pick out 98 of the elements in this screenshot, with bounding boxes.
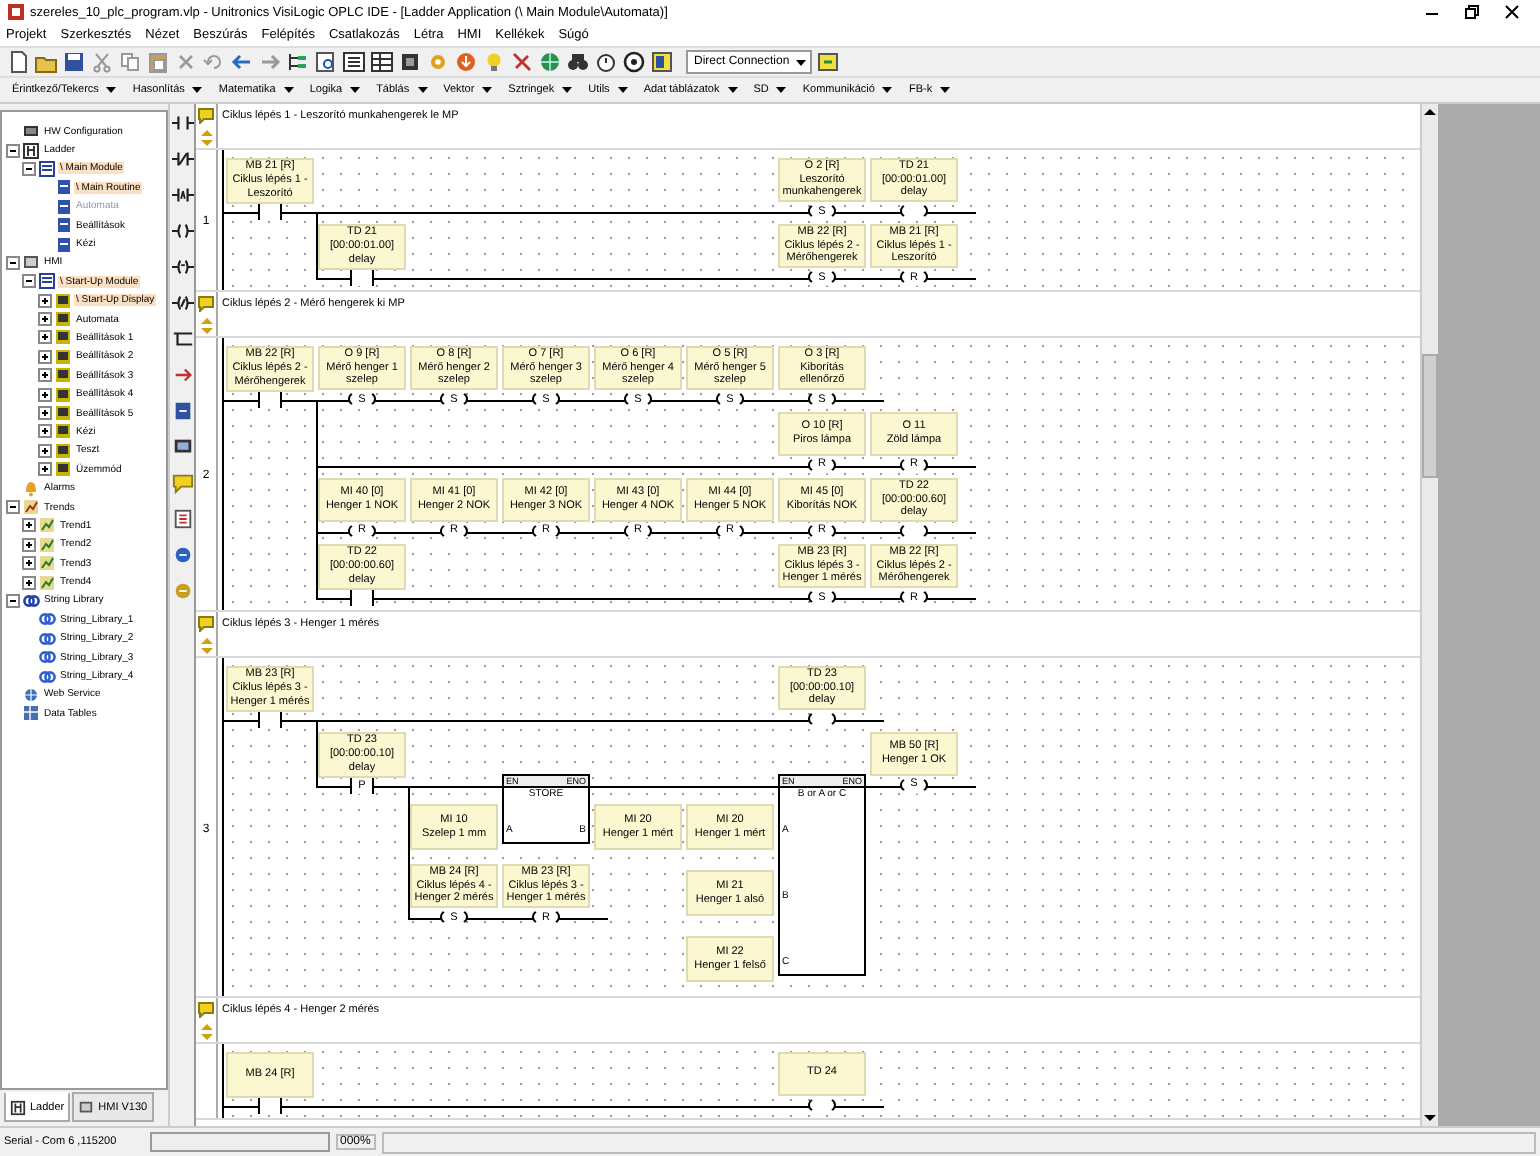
download-icon[interactable] (454, 50, 478, 74)
contact-tool-icon[interactable] (171, 112, 193, 134)
page-icon (54, 235, 72, 254)
comment-icon[interactable] (198, 1002, 214, 1018)
globe-icon (22, 685, 40, 704)
expander-icon[interactable] (38, 312, 52, 327)
expander-icon[interactable] (38, 462, 52, 477)
expander-icon[interactable] (38, 443, 52, 458)
expander-icon[interactable] (38, 349, 52, 364)
coil-symbol[interactable] (900, 202, 928, 220)
restore-icon[interactable] (1464, 4, 1480, 20)
close-icon[interactable] (1504, 4, 1520, 20)
caret-icon (192, 86, 203, 94)
stopwatch-icon[interactable] (594, 50, 618, 74)
caret-icon (727, 86, 738, 94)
paste-icon[interactable] (146, 50, 170, 74)
expander-icon[interactable] (38, 368, 52, 383)
chart-icon (38, 573, 56, 592)
caret-icon (562, 86, 573, 94)
expander-icon[interactable] (38, 406, 52, 421)
page-tool-icon[interactable] (171, 400, 193, 422)
save-icon[interactable] (62, 50, 86, 74)
caret-icon (617, 86, 628, 94)
caret-icon (283, 86, 294, 94)
scroll-up-icon[interactable] (1422, 104, 1438, 120)
caret-icon (106, 86, 117, 94)
page-icon (54, 178, 72, 197)
list-icon[interactable] (342, 50, 366, 74)
expander-icon[interactable] (6, 593, 20, 608)
caret-icon (417, 86, 428, 94)
expander-icon[interactable] (38, 330, 52, 345)
expander-icon[interactable] (22, 518, 36, 533)
expander-icon[interactable] (38, 387, 52, 402)
bell-icon (22, 479, 40, 498)
ladder-icon (22, 141, 40, 160)
expander-icon[interactable] (6, 143, 20, 158)
expander-icon[interactable] (22, 161, 36, 176)
coil-tool-icon[interactable] (171, 292, 193, 314)
chart-icon (38, 535, 56, 554)
binoculars-icon[interactable] (566, 50, 590, 74)
globe-icon[interactable] (538, 50, 562, 74)
contact-symbol[interactable] (350, 590, 374, 606)
contact-tool-icon[interactable] (171, 148, 193, 170)
contact-symbol[interactable] (258, 1098, 282, 1114)
tree-view-icon[interactable] (286, 50, 310, 74)
comment-icon[interactable] (198, 616, 214, 632)
caret-icon (882, 86, 893, 94)
module-icon (38, 159, 56, 178)
coil-symbol[interactable] (808, 710, 836, 728)
info-icon[interactable] (622, 50, 646, 74)
scroll-down-icon[interactable] (1422, 1110, 1438, 1126)
expander-icon[interactable] (38, 293, 52, 308)
copy-icon[interactable] (118, 50, 142, 74)
contact-symbol[interactable] (258, 204, 282, 220)
expander-icon[interactable] (22, 575, 36, 590)
arrow-tool-icon[interactable] (171, 364, 193, 386)
ladder-icon (10, 1099, 26, 1115)
contact-symbol[interactable] (350, 270, 374, 286)
caret-icon (350, 86, 361, 94)
expander-icon[interactable] (6, 255, 20, 270)
grid-icon[interactable] (370, 50, 394, 74)
caret-icon (482, 86, 493, 94)
chip-icon (22, 122, 40, 141)
branch-tool-icon[interactable] (171, 328, 193, 350)
contact-symbol[interactable] (258, 712, 282, 728)
module-icon (38, 272, 56, 291)
back-arrow-icon[interactable] (230, 50, 254, 74)
chart-icon (38, 516, 56, 535)
lightbulb-icon[interactable] (482, 50, 506, 74)
scrollbar[interactable] (1420, 104, 1438, 1126)
monitor-icon (78, 1099, 95, 1115)
page-icon (54, 197, 72, 216)
monitor-tool-icon[interactable] (171, 436, 193, 458)
panel-icon[interactable] (650, 50, 674, 74)
comment-tool-icon[interactable] (171, 472, 193, 494)
caret-icon (940, 86, 951, 94)
document-tool-icon[interactable] (171, 508, 193, 530)
caret-icon (776, 86, 787, 94)
monitor-icon (22, 253, 40, 272)
contact-symbol[interactable] (258, 392, 282, 408)
expander-icon[interactable] (22, 556, 36, 571)
chart-icon (22, 498, 40, 516)
table-icon (22, 704, 40, 723)
coil-symbol[interactable] (900, 522, 928, 540)
chip-icon[interactable] (398, 50, 422, 74)
expander-icon[interactable] (6, 500, 20, 514)
contact-tool-icon[interactable] (171, 184, 193, 206)
expander-icon[interactable] (22, 274, 36, 289)
chart-icon (38, 554, 56, 573)
page-icon (54, 216, 72, 235)
expander-icon[interactable] (38, 424, 52, 439)
coil-tool-icon[interactable] (171, 256, 193, 278)
comment-icon[interactable] (198, 108, 214, 124)
new-file-icon[interactable] (6, 50, 30, 74)
scroll-thumb[interactable] (1422, 353, 1438, 477)
expander-icon[interactable] (22, 537, 36, 552)
comment-icon[interactable] (198, 296, 214, 312)
coil-tool-icon[interactable] (171, 220, 193, 242)
